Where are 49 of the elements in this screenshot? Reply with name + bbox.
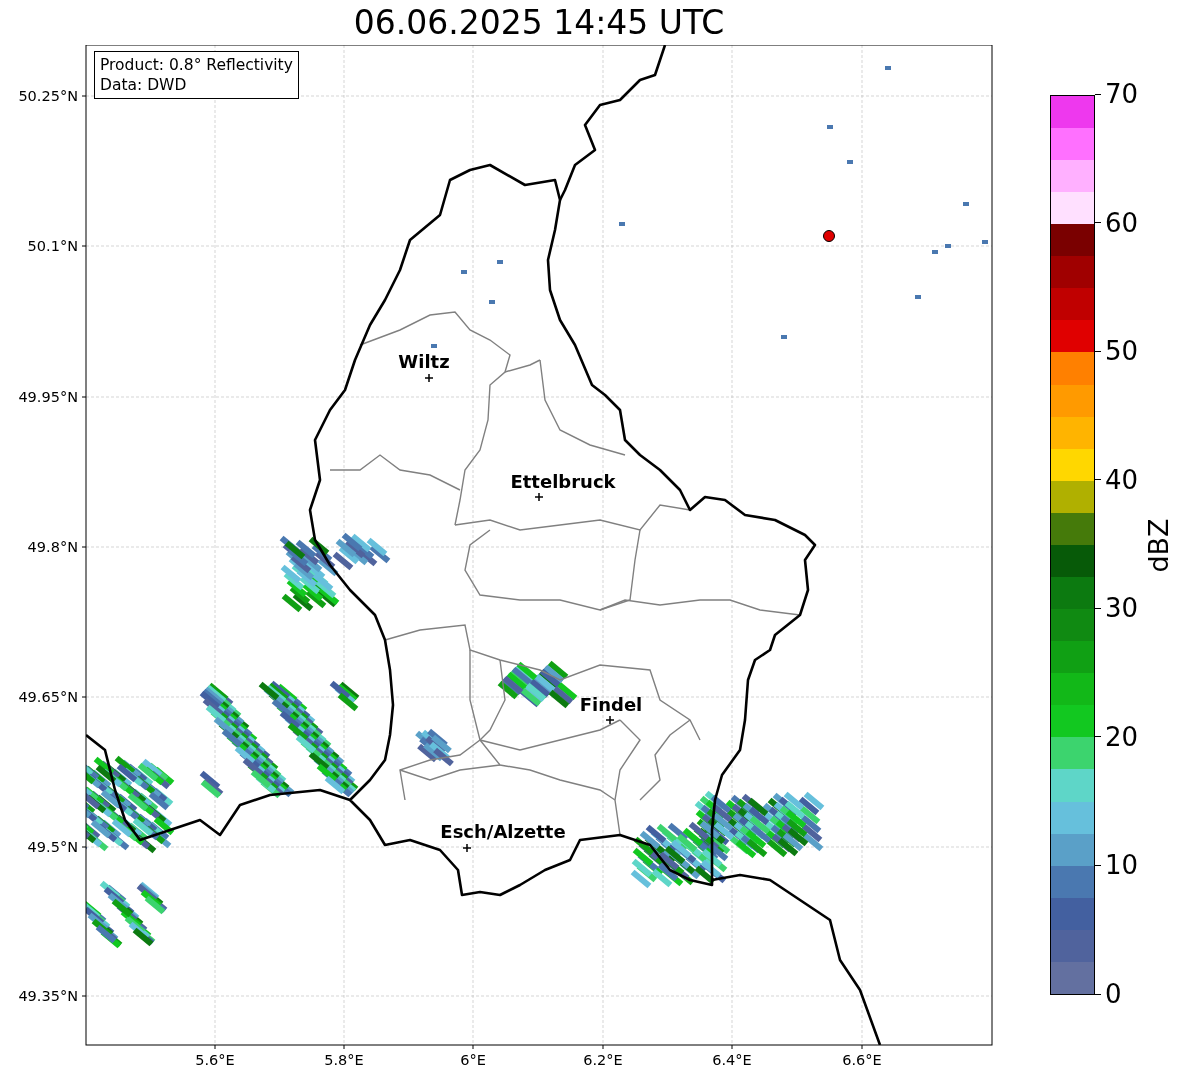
radar-echo-icon	[915, 295, 921, 299]
radar-echo-icon	[461, 270, 467, 274]
radar-echo-icon	[963, 202, 969, 206]
city-marker-icon	[534, 492, 544, 502]
radar-echo-drawing	[415, 728, 454, 767]
latitude-tick-label: 49.65°N	[18, 689, 78, 705]
radar-echo-icon	[489, 300, 495, 304]
latitude-tick-label: 50.25°N	[18, 88, 78, 104]
latitude-tick-label: 49.5°N	[27, 839, 78, 855]
city-label: Wiltz	[398, 351, 450, 372]
city-label: Findel	[579, 694, 643, 715]
colorbar-tick-label: 10	[1105, 850, 1139, 881]
radar-echo-icon	[945, 244, 951, 248]
radar-echo-icon	[982, 240, 988, 244]
colorbar-tick-label: 60	[1105, 207, 1139, 238]
longitude-tick-label: 5.8°E	[324, 1052, 364, 1068]
longitude-tick-label: 6.4°E	[712, 1052, 752, 1068]
colorbar-tick-label: 40	[1105, 464, 1139, 495]
radar-echo-icon	[932, 250, 938, 254]
city-marker-icon	[424, 373, 434, 383]
radar-echo-icon	[497, 260, 503, 264]
radar-echo-icon	[885, 66, 891, 70]
latitude-tick-label: 49.35°N	[18, 988, 78, 1004]
colorbar-tick-label: 50	[1105, 336, 1139, 367]
colorbar-tick-label: 0	[1105, 979, 1122, 1009]
longitude-tick-label: 6.2°E	[583, 1052, 623, 1068]
longitude-tick-label: 5.6°E	[195, 1052, 235, 1068]
radar-echo-icon	[431, 344, 437, 348]
colorbar-tick-label: 30	[1105, 593, 1139, 624]
longitude-tick-label: 6°E	[460, 1052, 486, 1068]
city-label: Esch/Alzette	[440, 821, 566, 842]
city-label: Ettelbruck	[510, 471, 616, 492]
latitude-tick-label: 50.1°N	[27, 238, 78, 254]
radar-echo-icon	[847, 160, 853, 164]
latitude-tick-label: 49.95°N	[18, 389, 78, 405]
info-text: Data: DWD	[100, 75, 188, 95]
city-marker-icon	[462, 843, 472, 853]
city-marker-icon	[605, 715, 615, 725]
colorbar-tick-label: 20	[1105, 721, 1139, 752]
colorbar-label: dBZ	[1142, 517, 1174, 573]
colorbar-tick-label: 70	[1105, 79, 1139, 109]
radar-echo-icon	[781, 335, 787, 339]
latitude-tick-label: 49.8°N	[27, 539, 78, 555]
station-marker-icon	[823, 230, 835, 242]
chart-title: 06.06.2025 14:45 UTC	[353, 3, 725, 42]
info-text: Product: 0.8° Reflectivity	[100, 55, 293, 75]
longitude-tick-label: 6.6°E	[842, 1052, 882, 1068]
radar-echo-icon	[619, 222, 625, 226]
radar-echo-icon	[827, 125, 833, 129]
